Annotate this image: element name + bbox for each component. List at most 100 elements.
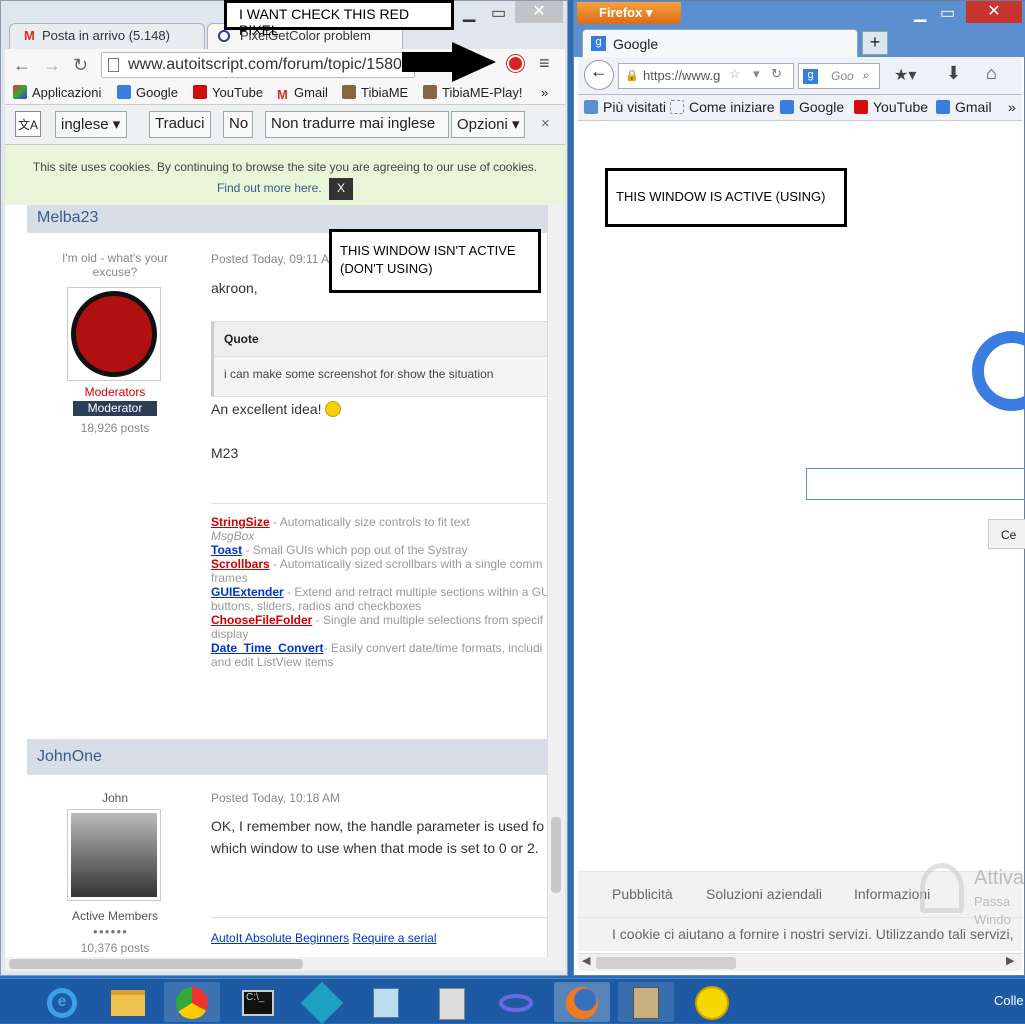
maximize-button[interactable]: ▭ [940,3,955,23]
google-search-button[interactable]: Ce [988,519,1025,549]
chrome-window[interactable]: ▁ ▭ ✕ M Posta in arrivo (5.148) PixelGet… [0,0,568,976]
reload-icon[interactable]: ↻ [73,55,88,76]
close-translate-button[interactable]: × [541,115,550,132]
firefox-toolbar: ← 🔒 https://www.g ☆ ▾ ↻ g Goo ⌕ ★▾ ⬇ ⌂ [578,57,1022,95]
taskbar-command-prompt[interactable]: C:\_ [230,982,286,1022]
bookmark-tibiame-play[interactable]: TibiaME-Play! [423,85,522,100]
sig-link-serial[interactable]: Require a serial [352,931,436,945]
sig-link-datetimeconvert[interactable]: Date_Time_Convert [211,641,324,655]
forward-arrow-icon[interactable]: → [43,55,61,76]
search-box[interactable]: g Goo ⌕ [798,63,880,89]
horizontal-scrollbar[interactable]: ◀ ▶ [578,953,1022,971]
reload-icon[interactable]: ↻ [771,66,782,82]
taskbar-internet-explorer[interactable]: e [34,982,90,1022]
taskbar-file-explorer[interactable] [100,982,156,1022]
cookie-close-button[interactable]: X [329,178,354,200]
taskbar-tibia[interactable] [618,982,674,1022]
scrollbar-thumb[interactable] [9,959,303,969]
taskbar-misc-app[interactable] [488,982,544,1022]
bookmark-tibiame[interactable]: TibiaME [342,85,408,100]
firefox-menu-button[interactable]: Firefox ▾ [577,2,681,24]
minimize-button[interactable]: ▁ [914,3,926,23]
user-group: Active Members [71,909,159,923]
download-icon[interactable]: ⬇ [946,63,961,84]
sig-link-stringsize[interactable]: StringSize [211,515,270,529]
star-icon[interactable]: ☆ [729,66,741,82]
vertical-scrollbar[interactable] [547,205,565,957]
avatar[interactable] [67,287,161,381]
bookmark-gmail[interactable]: Gmail [936,99,992,115]
cookie-link[interactable]: Find out more here. [217,181,322,195]
translate-button[interactable]: Traduci [149,111,211,138]
sig-desc: display [211,627,249,641]
language-select[interactable]: inglese ▾ [55,111,127,138]
minimize-button[interactable]: ▁ [463,3,475,23]
tab-gmail[interactable]: M Posta in arrivo (5.148) [9,23,205,49]
taskbar-calculator[interactable] [424,982,480,1022]
smiley-icon [695,986,729,1020]
sig-link-beginners[interactable]: AutoIt Absolute Beginners [211,931,349,945]
close-window-button[interactable]: ✕ [515,1,563,23]
new-tab-button[interactable]: + [862,31,888,55]
horizontal-scrollbar[interactable] [5,957,565,971]
language-value: inglese [61,116,109,133]
footer-link-business[interactable]: Soluzioni aziendali [706,886,822,902]
back-arrow-icon[interactable]: ← [584,60,614,90]
firefox-window[interactable]: Firefox ▾ ▁ ▭ ✕ g Google + ← 🔒 https://w… [573,0,1025,976]
search-icon[interactable]: ⌕ [863,68,870,83]
sig-link-choosefilefolder[interactable]: ChooseFileFolder [211,613,312,627]
footer-link-about[interactable]: Informazioni [854,886,930,902]
more-bookmarks-button[interactable]: » [1008,99,1016,115]
translate-bar: 文A inglese ▾ Traduci No Non tradurre mai… [5,105,565,145]
google-search-input[interactable] [806,468,1025,500]
taskbar-firefox[interactable] [554,982,610,1022]
bookmark-gmail[interactable]: M Gmail [277,85,328,102]
bookmark-getting-started[interactable]: Come iniziare [670,99,775,115]
scrollbar-thumb[interactable] [596,957,736,969]
bookmark-most-visited[interactable]: Più visitati [584,99,666,115]
sig-line: buttons, sliders, radios and checkboxes [211,599,547,613]
scrollbar-thumb[interactable] [551,817,561,893]
address-bar[interactable]: www.autoitscript.com/forum/topic/1580 [101,52,415,78]
sig-link-toast[interactable]: Toast [211,543,242,557]
dropdown-icon[interactable]: ▾ [753,66,760,82]
maximize-button[interactable]: ▭ [491,3,506,23]
bookmark-google[interactable]: Google [117,85,178,100]
post-signoff: M23 [211,445,239,461]
adblock-red-icon[interactable] [507,55,524,72]
google-logo-fragment [972,331,1025,411]
taskbar-smiley[interactable] [684,982,740,1022]
bookmark-apps[interactable]: Applicazioni [13,85,101,100]
bookmark-youtube[interactable]: YouTube [193,85,263,100]
taskbar-chrome[interactable] [164,982,220,1022]
home-icon[interactable]: ⌂ [986,63,997,84]
post-author-header[interactable]: JohnOne [27,739,547,775]
never-translate-button[interactable]: Non tradurre mai inglese [265,111,449,138]
scroll-right-icon[interactable]: ▶ [1006,954,1014,967]
back-arrow-icon[interactable]: ← [13,55,31,76]
sig-link-guiextender[interactable]: GUIExtender [211,585,284,599]
sig-line: MsgBox [211,529,547,543]
menu-icon[interactable]: ≡ [539,53,550,74]
bookmarks-menu-icon[interactable]: ★▾ [894,65,916,85]
options-select[interactable]: Opzioni ▾ [451,111,525,138]
bookmark-google[interactable]: Google [780,99,844,115]
sig-line: Date_Time_Convert- Easily convert date/t… [211,641,547,655]
tab-google[interactable]: g Google [582,29,858,57]
no-button[interactable]: No [223,111,253,138]
sig-line: StringSize - Automatically size controls… [211,515,547,529]
footer-link-ads[interactable]: Pubblicità [612,886,673,902]
user-group: Moderators [84,385,146,399]
taskbar-autoit[interactable] [294,981,350,1024]
more-bookmarks-button[interactable]: » [541,85,548,100]
bookmark-youtube[interactable]: YouTube [854,99,928,115]
command-prompt-icon: C:\_ [242,990,274,1016]
sig-line: ChooseFileFolder - Single and multiple s… [211,613,547,627]
address-bar[interactable]: 🔒 https://www.g ☆ ▾ ↻ [618,63,794,89]
moderator-badge: Moderator [73,401,157,416]
scroll-left-icon[interactable]: ◀ [582,954,590,967]
sig-link-scrollbars[interactable]: Scrollbars [211,557,270,571]
avatar[interactable] [67,809,161,901]
taskbar-notepad[interactable] [358,982,414,1022]
close-window-button[interactable]: ✕ [966,1,1022,23]
